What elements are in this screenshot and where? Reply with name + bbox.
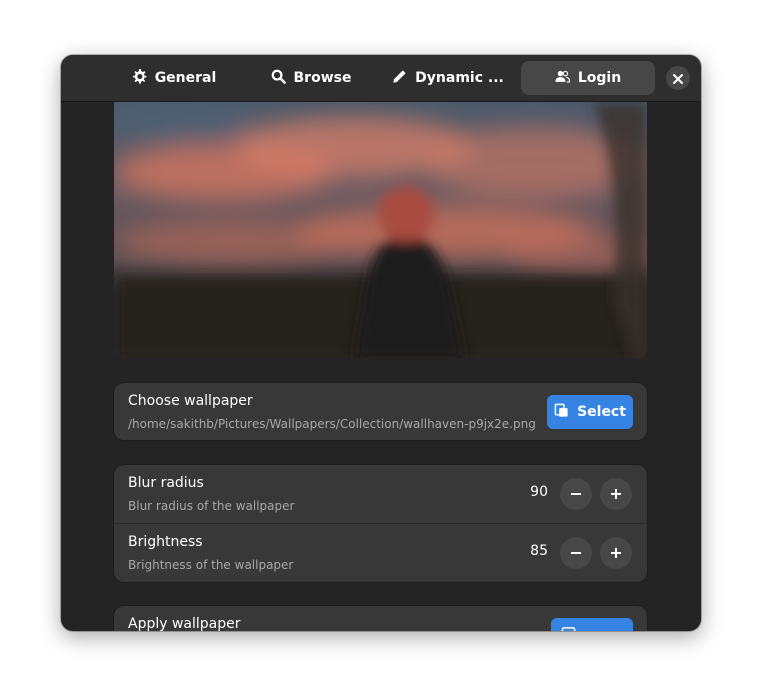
tab-login-label: Login [577, 70, 622, 86]
login-page: Choose wallpaper /home/sakithb/Pictures/… [61, 102, 701, 631]
preferences-window: General Browse Dynamic ... Login Choose … [61, 55, 701, 631]
pencil-icon [392, 69, 407, 88]
gear-icon [132, 68, 147, 88]
brightness-row: Brightness Brightness of the wallpaper 8… [114, 524, 647, 582]
blur-radius-decrease-button[interactable] [560, 478, 592, 510]
apply-button[interactable] [551, 618, 633, 631]
headerbar: General Browse Dynamic ... Login [61, 55, 701, 102]
close-button[interactable] [666, 66, 690, 90]
brightness-subtitle: Brightness of the wallpaper [128, 558, 294, 572]
close-icon [673, 69, 683, 88]
apply-wallpaper-row: Apply wallpaper [114, 606, 647, 631]
plus-icon [610, 485, 622, 504]
brightness-increase-button[interactable] [600, 537, 632, 569]
apply-wallpaper-title: Apply wallpaper [128, 616, 241, 631]
brightness-value[interactable]: 85 [518, 543, 548, 559]
tab-general[interactable]: General [109, 61, 239, 95]
brightness-title: Brightness [128, 534, 203, 550]
search-icon [271, 69, 286, 88]
choose-wallpaper-row: Choose wallpaper /home/sakithb/Pictures/… [114, 383, 647, 440]
blur-radius-increase-button[interactable] [600, 478, 632, 510]
file-icon [554, 403, 569, 422]
tab-browse-label: Browse [293, 70, 352, 86]
tab-login[interactable]: Login [521, 61, 655, 95]
wallpaper-path: /home/sakithb/Pictures/Wallpapers/Collec… [128, 417, 536, 431]
tab-browse[interactable]: Browse [246, 61, 376, 95]
brightness-decrease-button[interactable] [560, 537, 592, 569]
blur-radius-title: Blur radius [128, 475, 204, 491]
tab-general-label: General [154, 70, 217, 86]
choose-wallpaper-title: Choose wallpaper [128, 393, 253, 409]
users-icon [555, 69, 570, 88]
minus-icon [570, 485, 582, 504]
blur-radius-row: Blur radius Blur radius of the wallpaper… [114, 465, 647, 523]
minus-icon [570, 544, 582, 563]
blur-radius-subtitle: Blur radius of the wallpaper [128, 499, 295, 513]
select-button-label: Select [577, 404, 626, 420]
blur-radius-value[interactable]: 90 [518, 484, 548, 500]
select-button[interactable]: Select [547, 395, 633, 429]
plus-icon [610, 544, 622, 563]
apply-icon [561, 626, 576, 631]
adjustments-card: Blur radius Blur radius of the wallpaper… [114, 465, 647, 582]
tab-dynamic-label: Dynamic ... [415, 70, 504, 86]
wallpaper-preview [114, 102, 647, 359]
tab-dynamic[interactable]: Dynamic ... [383, 61, 513, 95]
